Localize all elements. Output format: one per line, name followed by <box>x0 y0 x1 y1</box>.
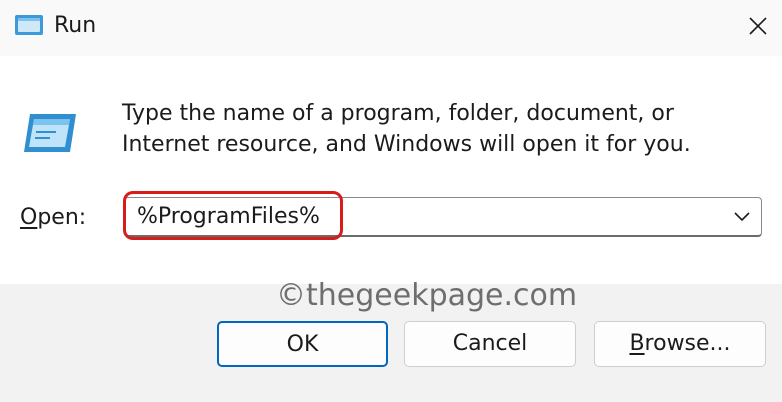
chevron-down-icon[interactable] <box>733 210 751 224</box>
cancel-button[interactable]: Cancel <box>404 321 576 367</box>
watermark: ©thegeekpage.com <box>276 278 578 313</box>
open-label-mnemonic: O <box>20 205 38 230</box>
open-input-value[interactable]: %ProgramFiles% <box>137 204 320 230</box>
ok-button[interactable]: OK <box>217 321 388 367</box>
run-dialog-icon <box>24 114 76 152</box>
open-combobox[interactable]: %ProgramFiles% <box>124 197 762 237</box>
window-title: Run <box>54 13 97 38</box>
run-icon <box>15 15 43 35</box>
close-button[interactable] <box>738 8 778 44</box>
open-label-rest: pen: <box>37 205 87 230</box>
close-icon <box>749 17 767 35</box>
open-label: Open: <box>20 203 86 233</box>
title-bar: Run <box>0 0 782 56</box>
instruction-text: Type the name of a program, folder, docu… <box>122 101 691 157</box>
browse-mnemonic: B <box>629 331 645 356</box>
browse-label-rest: rowse... <box>644 331 731 356</box>
browse-button[interactable]: Browse... <box>594 321 766 367</box>
